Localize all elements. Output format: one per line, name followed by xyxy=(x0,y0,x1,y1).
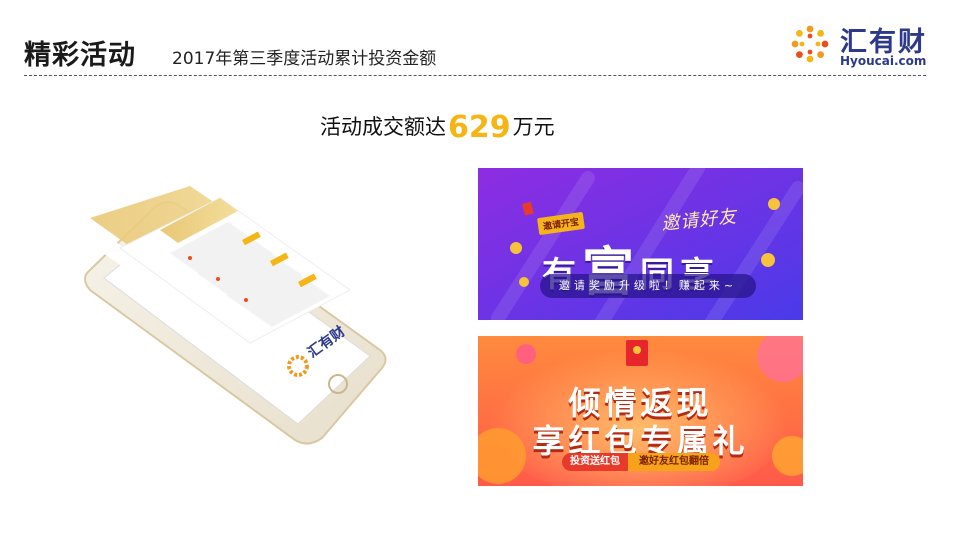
header-divider xyxy=(24,75,926,76)
page-title: 精彩活动 xyxy=(24,40,136,71)
headline: 活动成交额达629万元 xyxy=(320,110,555,145)
brand-logo: 汇有财 Hyoucai.com xyxy=(786,20,936,72)
phone-mockup: 汇有财 xyxy=(60,178,390,448)
logo-domain: Hyoucai.com xyxy=(840,54,927,68)
headline-prefix: 活动成交额达 xyxy=(320,115,446,139)
logo-flower-icon xyxy=(791,25,829,63)
headline-amount: 629 xyxy=(448,110,511,145)
page-subtitle: 2017年第三季度活动累计投资金额 xyxy=(172,49,437,69)
headline-suffix: 万元 xyxy=(512,115,555,139)
invite-double-packet-button[interactable]: 邀好友红包翻倍 xyxy=(628,453,720,471)
invite-friends-banner[interactable]: 邀请开宝 邀请好友 有富同享 邀请奖励升级啦！赚起来~ xyxy=(478,168,803,320)
invest-red-packet-button[interactable]: 投资送红包 xyxy=(562,453,628,471)
invite-pill: 邀请奖励升级啦！赚起来~ xyxy=(540,274,756,298)
phone-illustration: 汇有财 xyxy=(84,186,387,445)
cashback-banner[interactable]: 倾情返现 享红包专属礼 投资送红包 邀好友红包翻倍 xyxy=(478,336,803,486)
